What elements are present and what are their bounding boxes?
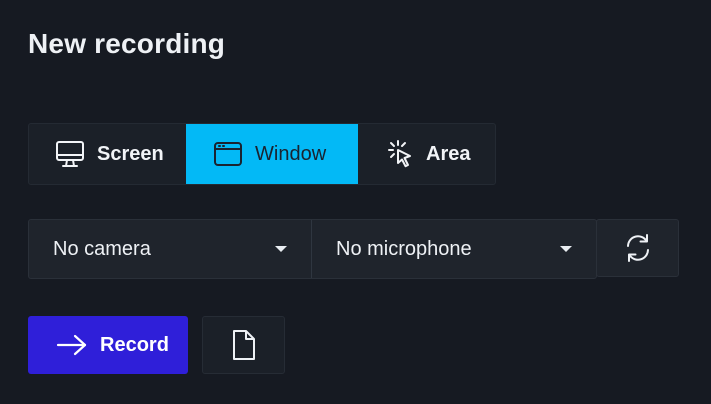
chevron-down-icon — [560, 246, 572, 252]
microphone-select[interactable]: No microphone — [312, 220, 596, 278]
refresh-devices-button[interactable] — [596, 219, 679, 277]
arrow-right-icon — [56, 333, 88, 357]
source-area-button[interactable]: Area — [358, 124, 495, 184]
source-selector: Screen Window Area — [28, 123, 496, 185]
cursor-click-icon — [386, 139, 414, 169]
source-screen-button[interactable]: Screen — [29, 124, 186, 184]
window-icon — [213, 141, 243, 167]
refresh-icon — [623, 233, 653, 263]
source-window-button[interactable]: Window — [186, 124, 358, 184]
record-button[interactable]: Record — [28, 316, 188, 374]
source-area-label: Area — [426, 142, 471, 165]
camera-select-value: No camera — [53, 237, 151, 260]
open-file-button[interactable] — [202, 316, 285, 374]
source-screen-label: Screen — [97, 142, 164, 165]
camera-select[interactable]: No camera — [29, 220, 312, 278]
device-selectors: No camera No microphone — [28, 219, 597, 279]
page-title: New recording — [28, 28, 226, 59]
microphone-select-value: No microphone — [336, 237, 472, 260]
source-window-label: Window — [255, 142, 327, 165]
chevron-down-icon — [275, 246, 287, 252]
file-icon — [231, 329, 257, 361]
record-button-label: Record — [100, 333, 169, 356]
monitor-icon — [55, 140, 85, 168]
